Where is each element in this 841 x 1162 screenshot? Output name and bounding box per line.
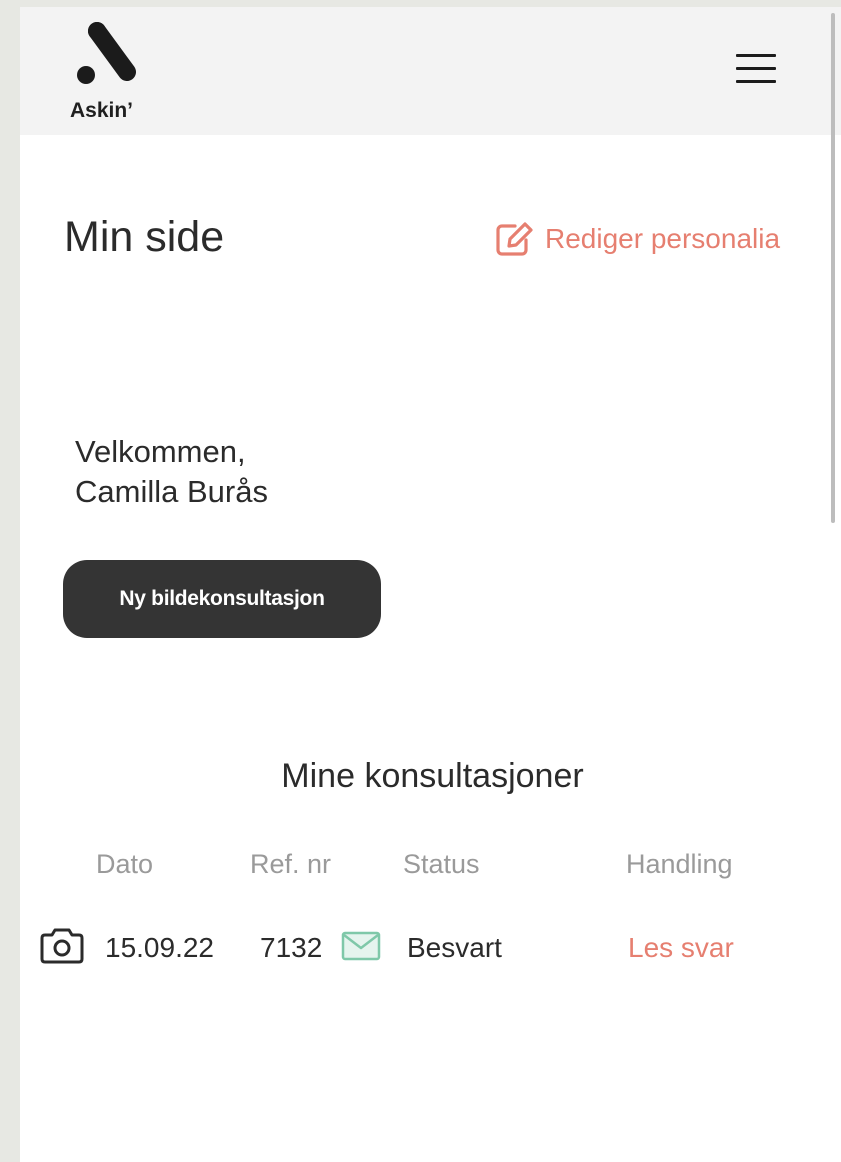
logo-text: Askin’ (70, 99, 134, 122)
welcome-message: Velkommen, Camilla Burås (75, 432, 268, 512)
askin-logo[interactable]: Askin’ (68, 21, 158, 122)
row-ref: 7132 (260, 932, 323, 963)
read-answer-link[interactable]: Les svar (628, 932, 734, 964)
edit-link-label: Rediger personalia (545, 223, 781, 254)
welcome-user-name: Camilla Burås (75, 474, 268, 509)
page-title: Min side (64, 213, 225, 261)
column-header-ref: Ref. nr (250, 849, 332, 879)
new-image-consultation-button[interactable]: Ny bildekonsultasjon (63, 560, 381, 638)
askin-logo-icon (77, 22, 136, 84)
column-header-status: Status (403, 849, 480, 879)
row-status: Besvart (407, 932, 502, 963)
app-frame: Askin’ Min side Rediger personalia Velko… (20, 7, 841, 1162)
consultations-title: Mine konsultasjoner (281, 757, 584, 795)
column-header-action: Handling (626, 849, 733, 879)
camera-icon (40, 928, 84, 964)
scrollbar[interactable] (831, 13, 835, 523)
edit-icon (496, 222, 533, 256)
row-date: 15.09.22 (105, 932, 214, 963)
edit-personal-info-link[interactable]: Rediger personalia (495, 219, 780, 259)
app-header: Askin’ (20, 7, 841, 135)
mail-icon[interactable] (341, 931, 381, 961)
welcome-greeting: Velkommen, (75, 434, 246, 469)
hamburger-menu-icon[interactable] (732, 49, 780, 89)
column-header-date: Dato (96, 849, 154, 879)
